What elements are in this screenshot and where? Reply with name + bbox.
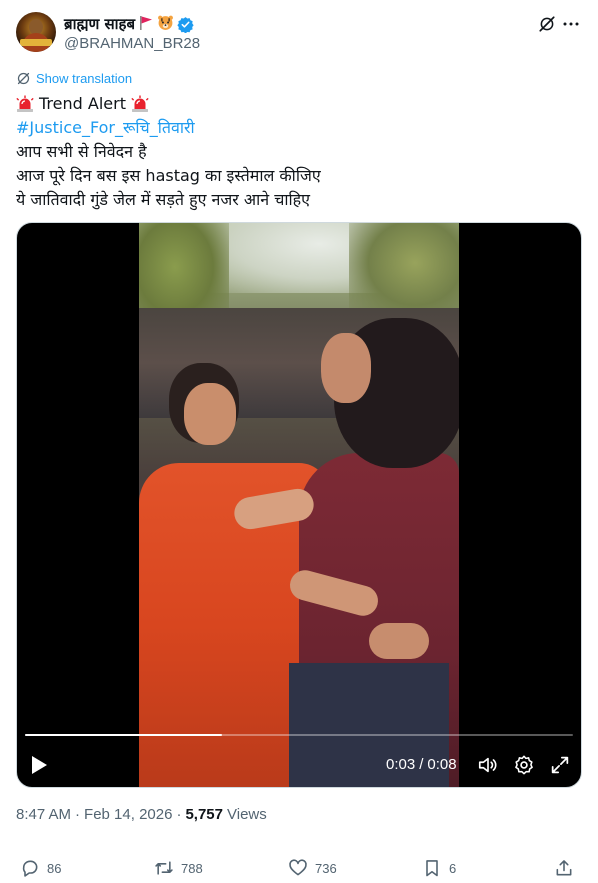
video-current-time: 0:03 (386, 756, 416, 773)
video-player[interactable]: 0:03 / 0:08 (16, 222, 582, 788)
views-label: Views (227, 806, 267, 823)
play-icon[interactable] (29, 754, 49, 776)
tweet-meta: 8:47 AM · Feb 14, 2026 · 5,757 Views (16, 806, 267, 823)
tweet-header: ब्राह्मण साहब @BRAHMAN_BR28 (16, 12, 582, 56)
video-time-separator: / (419, 756, 424, 773)
repost-icon (155, 861, 173, 875)
tweet-line-hashtag: #Justice_For_रूचि_तिवारी (16, 116, 582, 140)
video-progress-bar[interactable] (25, 734, 573, 736)
tweet-date[interactable]: Feb 14, 2026 (84, 806, 172, 823)
like-button[interactable]: 736 (288, 855, 337, 881)
author-display-name[interactable]: ब्राह्मण साहब (64, 14, 135, 34)
show-translation-label: Show translation (36, 70, 133, 86)
rotating-light-emoji (131, 95, 149, 113)
red-flag-emoji (138, 15, 154, 34)
video-duration: 0:08 (427, 756, 457, 773)
avatar-banner (20, 39, 52, 46)
translate-icon (17, 72, 30, 84)
author-name-row: ब्राह्मण साहब (64, 14, 194, 34)
reply-button[interactable]: 86 (20, 855, 61, 881)
tweet-text: Trend Alert #Justice_For_रूचि_तिवारी आप … (16, 92, 582, 212)
show-translation-link[interactable]: Show translation (16, 69, 132, 87)
views-count: 5,757 (185, 806, 223, 823)
author-handle[interactable]: @BRAHMAN_BR28 (64, 35, 200, 52)
bookmark-count: 6 (449, 860, 457, 876)
rotating-light-emoji (16, 95, 34, 113)
video-progress-fill (25, 734, 223, 736)
tiger-face-emoji (157, 14, 174, 34)
share-icon (556, 860, 572, 876)
more-dots-icon[interactable] (562, 15, 580, 33)
fullscreen-icon[interactable] (549, 754, 571, 776)
tweet-actions-bar: 86 788 736 6 (16, 855, 582, 881)
share-button[interactable] (554, 855, 574, 881)
volume-icon[interactable] (477, 754, 499, 776)
verified-badge-icon (177, 16, 194, 33)
video-face-2 (321, 333, 371, 403)
bookmark-button[interactable]: 6 (422, 855, 456, 881)
grok-icon[interactable] (538, 15, 556, 33)
tweet-time[interactable]: 8:47 AM (16, 806, 71, 823)
tweet-line-3: आप सभी से निवेदन है (16, 142, 147, 161)
settings-icon[interactable] (513, 754, 535, 776)
video-frame[interactable] (139, 223, 459, 787)
video-hand (369, 623, 429, 659)
meta-separator: · (176, 806, 182, 823)
hashtag-link[interactable]: #Justice_For_रूचि_तिवारी (16, 116, 195, 140)
trend-alert-text: Trend Alert (39, 94, 126, 113)
reply-count: 86 (47, 860, 62, 876)
heart-icon (289, 859, 307, 876)
video-time: 0:03 / 0:08 (386, 756, 457, 773)
tweet-line-4: आज पूरे दिन बस इस hastag का इस्तेमाल कीज… (16, 166, 321, 185)
like-count: 736 (315, 860, 337, 876)
tweet-line-5: ये जातिवादी गुंडे जेल में सड़ते हुए नजर … (16, 190, 311, 209)
reply-icon (22, 860, 38, 877)
meta-separator: · (75, 806, 81, 823)
profile-avatar[interactable] (16, 12, 56, 52)
video-face-1 (184, 383, 236, 445)
bookmark-icon (426, 860, 438, 877)
repost-count: 788 (181, 860, 203, 876)
tweet-line-trend-alert: Trend Alert (16, 92, 582, 116)
repost-button[interactable]: 788 (154, 855, 203, 881)
